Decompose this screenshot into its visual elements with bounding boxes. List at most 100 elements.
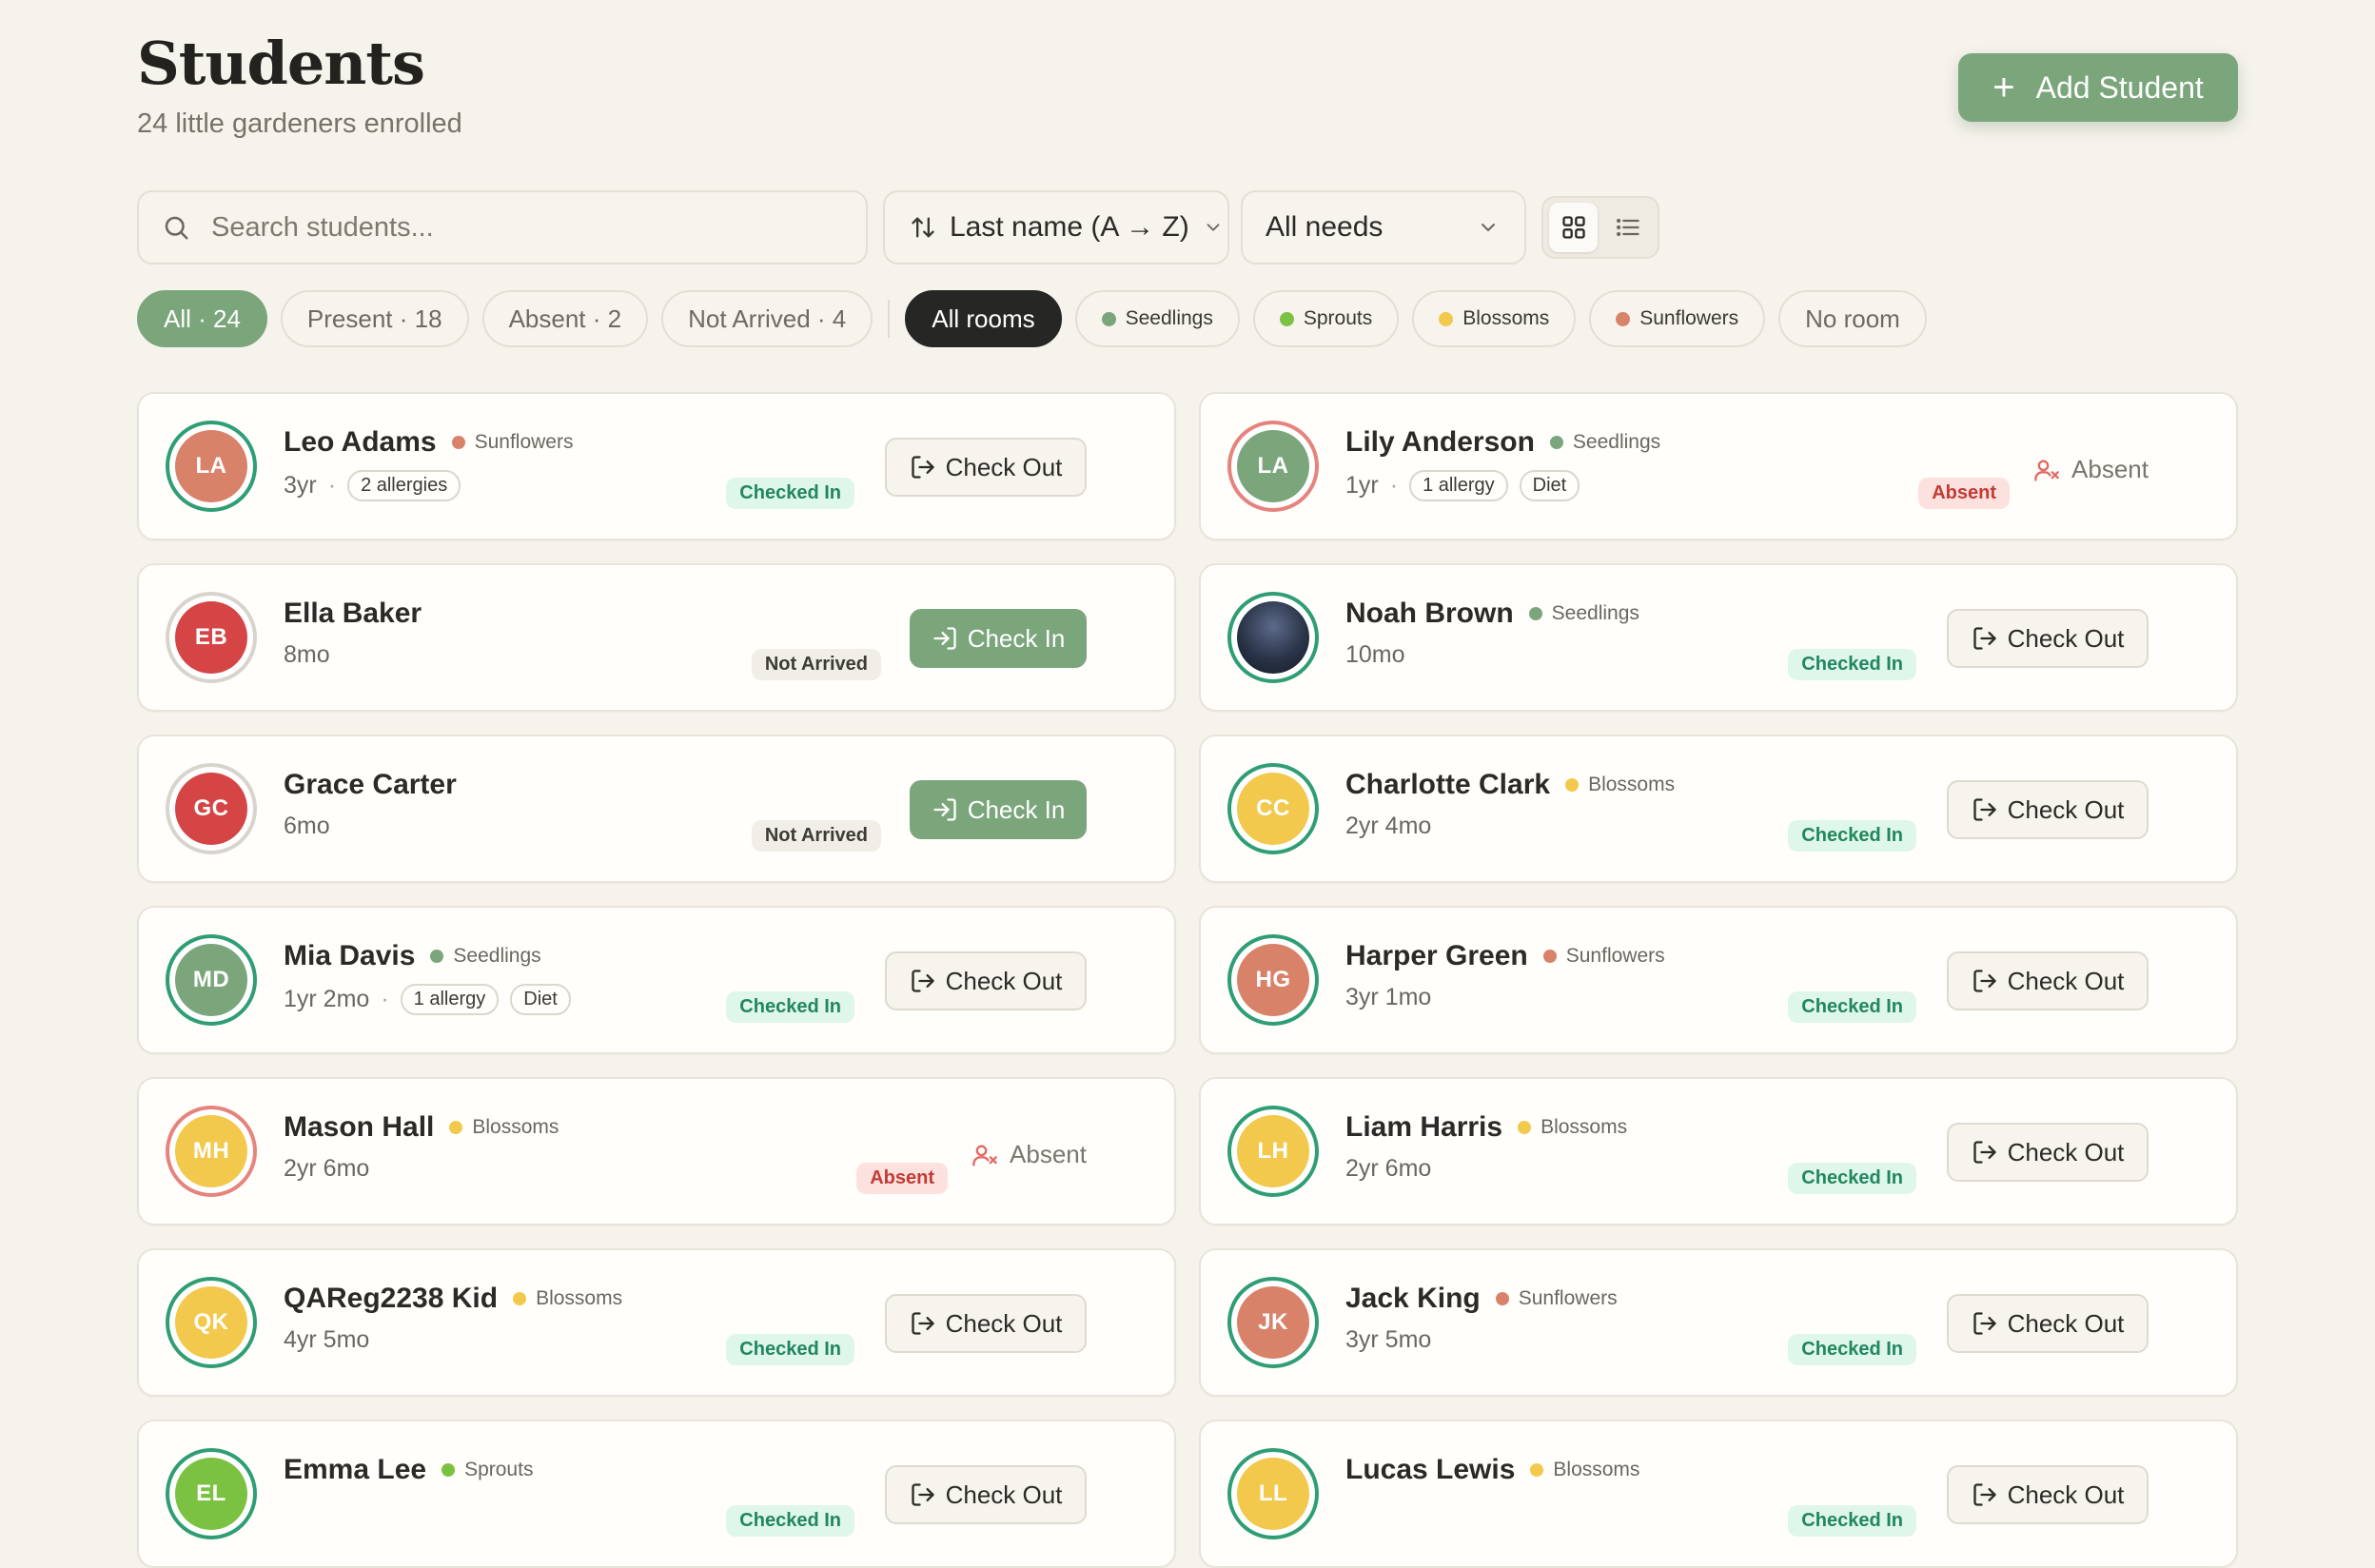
avatar: QK [166, 1277, 257, 1368]
check-out-button[interactable]: Check Out [1947, 1465, 2149, 1524]
check-out-icon [911, 970, 934, 992]
sort-select[interactable]: Last name (A → Z) [883, 190, 1229, 265]
student-card[interactable]: LA Leo Adams Sunflowers 3yr · 2 allergies Chec… [137, 392, 1176, 540]
check-out-button[interactable]: Check Out [885, 1294, 1087, 1353]
check-out-button[interactable]: Check Out [1947, 1294, 2149, 1353]
student-card[interactable]: EB Ella Baker 8mo Not Arrived Check In [137, 563, 1176, 712]
page-subtitle: 24 little gardeners enrolled [137, 108, 462, 139]
sort-label: Last name (A → Z) [950, 211, 1189, 243]
student-card[interactable]: CC Charlotte Clark Blossoms 2yr 4mo Checked … [1199, 735, 2238, 883]
student-card[interactable]: LL Lucas Lewis Blossoms Checked In Check Out [1199, 1420, 2238, 1568]
absent-label: Absent [972, 1140, 1087, 1169]
avatar: MH [166, 1106, 257, 1197]
grid-view-button[interactable] [1549, 203, 1598, 252]
room-dot [1518, 1121, 1532, 1134]
student-name[interactable]: Noah Brown [1345, 598, 1514, 630]
student-name[interactable]: Leo Adams [284, 426, 437, 459]
add-student-button[interactable]: + Add Student [1958, 53, 2238, 122]
avatar-initials: GC [175, 773, 247, 845]
check-out-icon [1973, 798, 1996, 821]
filter-not-arrived[interactable]: Not Arrived · 4 [661, 290, 873, 347]
search-box[interactable] [137, 190, 868, 265]
student-card[interactable]: EL Emma Lee Sprouts Checked In Check Out [137, 1420, 1176, 1568]
meta-separator: · [327, 472, 337, 499]
avatar: HG [1227, 934, 1319, 1026]
student-age: 1yr [1345, 472, 1379, 499]
check-out-button[interactable]: Check Out [1947, 780, 2149, 839]
student-name[interactable]: Mia Davis [284, 940, 415, 972]
list-view-button[interactable] [1603, 203, 1652, 252]
student-name[interactable]: Emma Lee [284, 1454, 426, 1486]
filter-present[interactable]: Present · 18 [280, 290, 469, 347]
student-name[interactable]: Lucas Lewis [1345, 1454, 1515, 1486]
status-badge: Checked In [726, 991, 854, 1023]
filter-all-rooms[interactable]: All rooms [905, 290, 1062, 347]
check-out-button[interactable]: Check Out [1947, 951, 2149, 1010]
filter-room-sprouts[interactable]: Sprouts [1252, 290, 1400, 347]
student-card[interactable]: JK Jack King Sunflowers 3yr 5mo Checked In Ch… [1199, 1248, 2238, 1397]
status-badge: Not Arrived [751, 820, 881, 852]
student-name[interactable]: QAReg2238 Kid [284, 1283, 498, 1315]
student-age: 2yr 6mo [284, 1155, 370, 1182]
student-room: Blossoms [513, 1287, 622, 1310]
check-out-button[interactable]: Check Out [885, 1465, 1087, 1524]
student-card[interactable]: MD Mia Davis Seedlings 1yr 2mo · 1 allergy Die… [137, 906, 1176, 1054]
action-label: Check Out [2007, 1137, 2125, 1166]
student-card[interactable]: MH Mason Hall Blossoms 2yr 6mo Absent Absent [137, 1077, 1176, 1225]
student-room: Sunflowers [1542, 945, 1665, 968]
student-name[interactable]: Mason Hall [284, 1111, 434, 1144]
check-in-icon [933, 627, 956, 650]
check-out-button[interactable]: Check Out [1947, 1123, 2149, 1182]
filter-room-seedlings[interactable]: Seedlings [1074, 290, 1240, 347]
room-dot [513, 1292, 527, 1305]
check-out-icon [1973, 970, 1996, 992]
student-name[interactable]: Jack King [1345, 1283, 1481, 1315]
check-in-button[interactable]: Check In [910, 609, 1087, 668]
need-tag: 1 allergy [1409, 470, 1508, 501]
filter-room-blossoms[interactable]: Blossoms [1412, 290, 1577, 347]
check-out-button[interactable]: Check Out [1947, 609, 2149, 668]
student-name[interactable]: Grace Carter [284, 769, 457, 801]
student-card[interactable]: LH Liam Harris Blossoms 2yr 6mo Checked In Ch… [1199, 1077, 2238, 1225]
student-name[interactable]: Harper Green [1345, 940, 1528, 972]
needs-select[interactable]: All needs [1241, 190, 1526, 265]
room-dot [442, 1463, 456, 1477]
check-out-button[interactable]: Check Out [885, 951, 1087, 1010]
check-in-button[interactable]: Check In [910, 780, 1087, 839]
status-badge: Checked In [1788, 991, 1916, 1023]
student-card[interactable]: Noah Brown Seedlings 10mo Checked In Check O… [1199, 563, 2238, 712]
student-card[interactable]: GC Grace Carter 6mo Not Arrived Check In [137, 735, 1176, 883]
search-input[interactable] [209, 210, 841, 245]
student-name-row: Harper Green Sunflowers [1345, 940, 1665, 972]
student-name[interactable]: Ella Baker [284, 598, 422, 630]
avatar-initials: LA [1237, 430, 1309, 502]
student-meta: 2yr 6mo [284, 1155, 369, 1183]
student-name-row: Mason Hall Blossoms [284, 1111, 559, 1144]
filter-no-room[interactable]: No room [1778, 290, 1927, 347]
student-name[interactable]: Lily Anderson [1345, 426, 1535, 459]
student-grid: LA Leo Adams Sunflowers 3yr · 2 allergies Chec… [137, 392, 2238, 1568]
toolbar: Last name (A → Z) All needs [137, 190, 2238, 266]
filter-absent[interactable]: Absent · 2 [481, 290, 649, 347]
room-name: Blossoms [1553, 1459, 1640, 1480]
student-card[interactable]: QK QAReg2238 Kid Blossoms 4yr 5mo Checked In… [137, 1248, 1176, 1397]
student-card[interactable]: LA Lily Anderson Seedlings 1yr · 1 allergy Die… [1199, 392, 2238, 540]
check-out-button[interactable]: Check Out [885, 438, 1087, 497]
student-age: 8mo [284, 641, 330, 668]
student-name[interactable]: Charlotte Clark [1345, 769, 1550, 801]
check-out-icon [911, 1312, 934, 1335]
filter-all[interactable]: All · 24 [137, 290, 267, 347]
room-dot [1528, 607, 1542, 620]
student-room: Sunflowers [1495, 1287, 1618, 1310]
filter-room-sunflowers[interactable]: Sunflowers [1589, 290, 1766, 347]
room-dot [1279, 311, 1294, 326]
room-name: Sprouts [464, 1459, 534, 1480]
student-meta: 8mo [284, 641, 330, 669]
check-out-icon [911, 456, 934, 479]
room-name: Sunflowers [1565, 945, 1665, 967]
avatar-initials: LL [1237, 1458, 1309, 1530]
student-name[interactable]: Liam Harris [1345, 1111, 1502, 1144]
student-card[interactable]: HG Harper Green Sunflowers 3yr 1mo Checked I… [1199, 906, 2238, 1054]
avatar-initials: MH [175, 1115, 247, 1187]
room-dot [1549, 436, 1563, 449]
